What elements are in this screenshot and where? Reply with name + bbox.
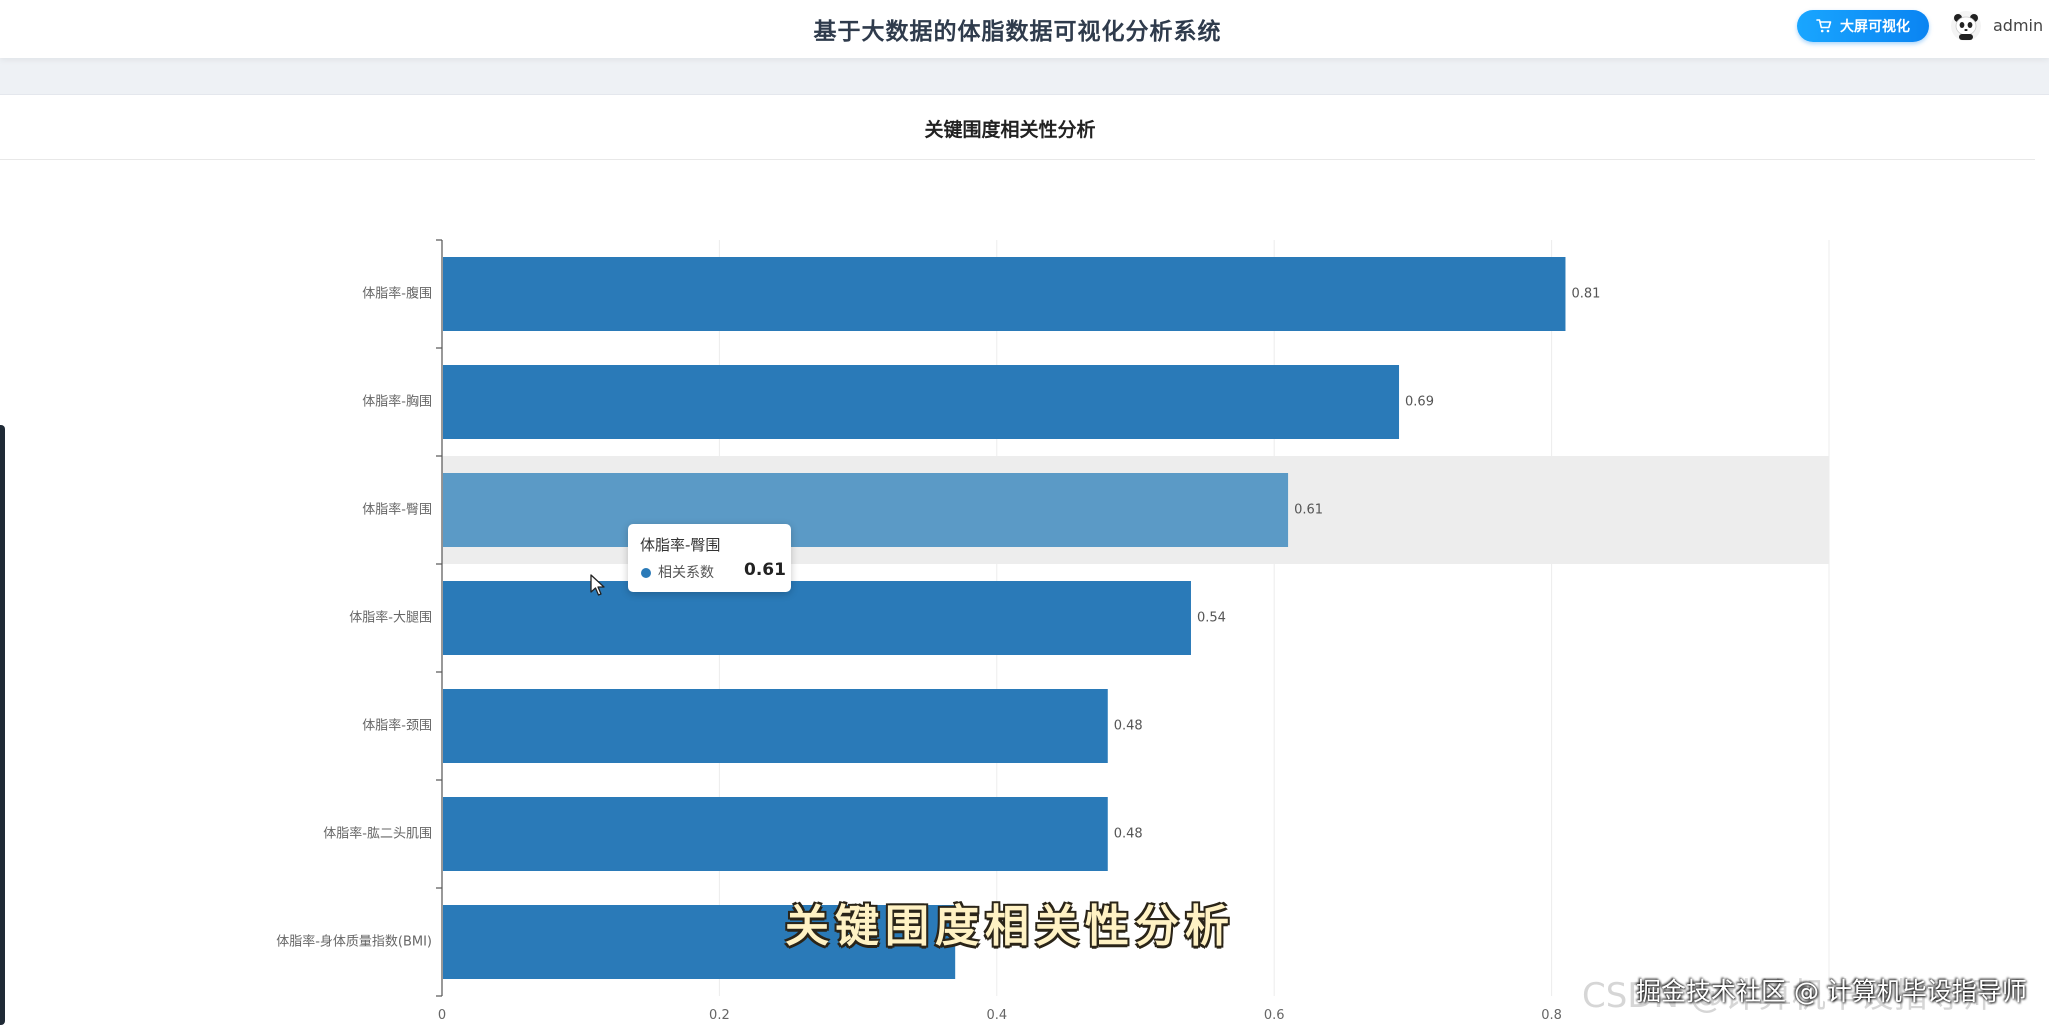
data-label: 0.48 [1114, 827, 1143, 842]
cart-icon [1816, 19, 1832, 33]
x-tick-label: 0.8 [1541, 1008, 1562, 1023]
data-label: 0.61 [1294, 503, 1323, 518]
x-tick-label: 0 [438, 1008, 446, 1023]
category-label: 体脂率-肱二头肌围 [323, 826, 432, 842]
data-label: 0.69 [1405, 395, 1434, 410]
bigscreen-label: 大屏可视化 [1840, 19, 1910, 35]
video-caption: 关键围度相关性分析 [785, 901, 1235, 952]
tooltip-series-dot [641, 568, 651, 578]
data-label: 0.81 [1571, 287, 1600, 302]
category-label: 体脂率-大腿围 [349, 610, 432, 626]
tooltip-title: 体脂率-臀围 [640, 536, 721, 554]
panda-avatar-icon [1951, 11, 1981, 41]
bar[interactable] [443, 473, 1289, 547]
username[interactable]: admin [1993, 16, 2043, 35]
category-label: 体脂率-臀围 [362, 502, 432, 518]
watermark-front: 掘金技术社区 @ 计算机毕设指导师 [1636, 977, 2027, 1006]
x-tick-label: 0.6 [1264, 1008, 1285, 1023]
correlation-bar-chart: 0 0.2 0.4 0.6 0.8 体脂率-腹围 0.81 体脂率-胸围 0.69 体脂率-臀围… [276, 239, 1830, 1023]
top-bar: 基于大数据的体脂数据可视化分析系统 大屏可视化 admin [0, 0, 2049, 58]
avatar[interactable] [1950, 10, 1982, 42]
chart-tooltip: 体脂率-臀围 相关系数 0.61 [628, 524, 791, 592]
category-label: 体脂率-胸围 [362, 394, 432, 410]
tooltip-value: 0.61 [744, 560, 786, 580]
category-label: 体脂率-腹围 [362, 286, 432, 302]
mouse-cursor-icon [590, 574, 605, 596]
bar[interactable] [443, 797, 1108, 871]
bar[interactable] [443, 257, 1566, 331]
x-tick-label: 0.2 [709, 1008, 730, 1023]
bar[interactable] [443, 581, 1191, 655]
data-label: 0.48 [1114, 719, 1143, 734]
bar[interactable] [443, 689, 1108, 763]
bar[interactable] [443, 365, 1400, 439]
bigscreen-button[interactable]: 大屏可视化 [1797, 10, 1929, 42]
x-tick-label: 0.4 [986, 1008, 1007, 1023]
tooltip-series-label: 相关系数 [658, 565, 714, 581]
data-label: 0.54 [1197, 611, 1226, 626]
app-title: 基于大数据的体脂数据可视化分析系统 [813, 19, 1222, 45]
category-label: 体脂率-颈围 [362, 718, 432, 734]
